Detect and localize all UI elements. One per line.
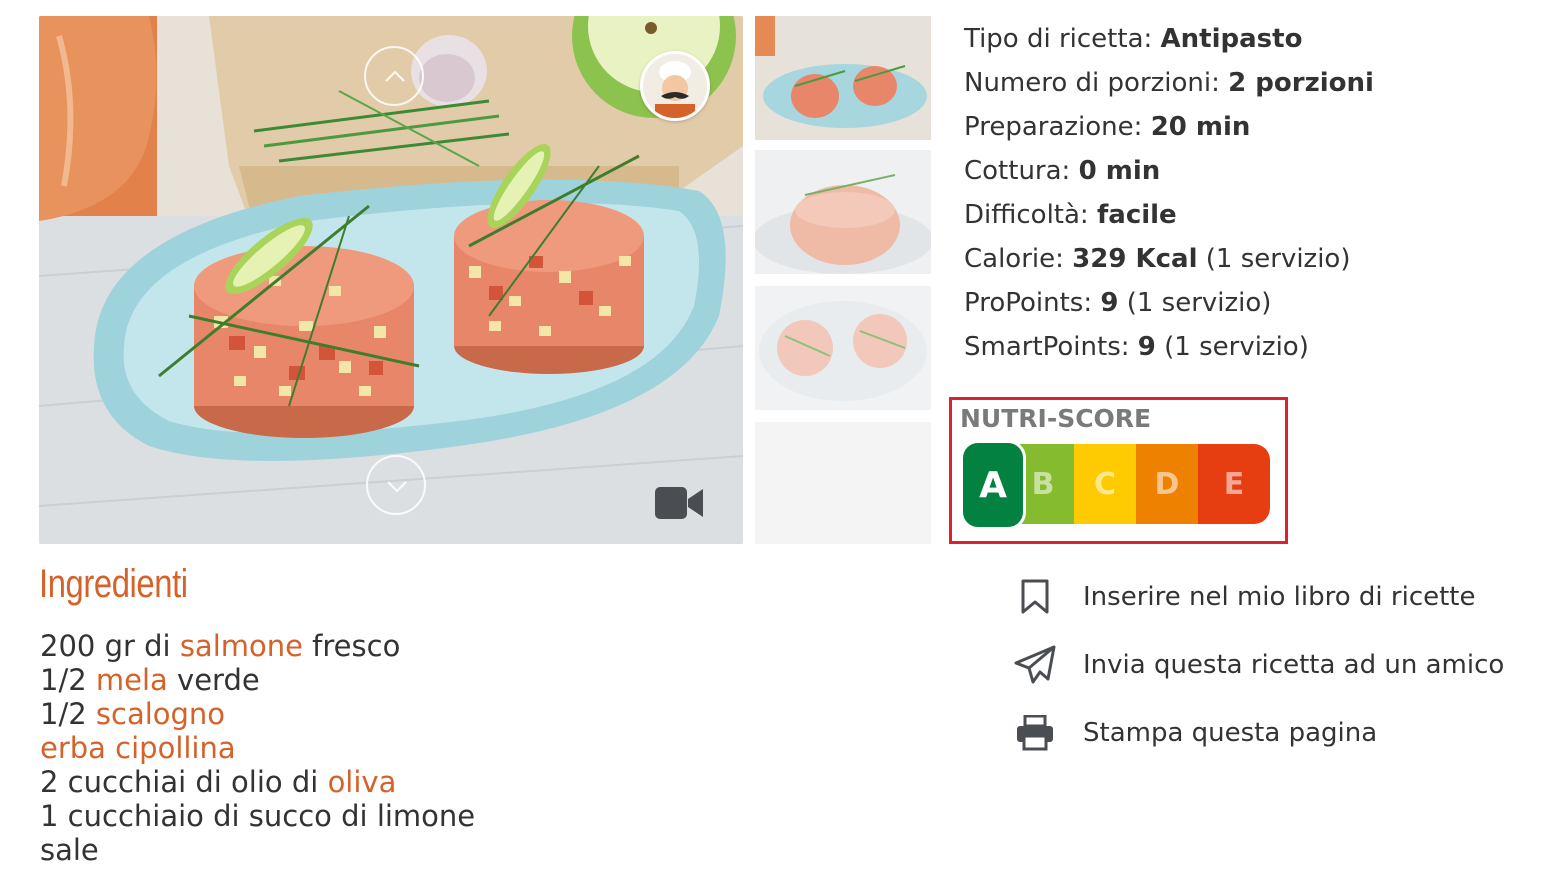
nutri-grade-c: C <box>1074 444 1136 524</box>
save-to-recipe-book-button[interactable]: Inserire nel mio libro di ricette <box>1012 573 1476 621</box>
video-camera-icon[interactable] <box>655 485 705 521</box>
info-portions: Numero di porzioni: 2 porzioni <box>964 68 1374 98</box>
thumbnail-2[interactable] <box>755 150 931 274</box>
printer-icon <box>1017 715 1053 751</box>
nutri-score-highlight: NUTRI-SCORE B C D E A <box>949 397 1288 544</box>
ingredient-item: 1 cucchiaio di succo di limone <box>40 799 476 833</box>
chef-avatar-icon[interactable] <box>640 51 710 121</box>
ingredient-item: 200 gr di salmone fresco <box>40 629 401 663</box>
info-recipe-type: Tipo di ricetta: Antipasto <box>964 24 1303 54</box>
ingredient-item: sale <box>40 833 99 867</box>
chevron-down-icon <box>387 481 407 493</box>
ingredient-link-mela[interactable]: mela <box>96 663 168 697</box>
bookmark-icon <box>1021 579 1049 614</box>
paper-plane-icon <box>1014 645 1056 684</box>
send-to-friend-label: Invia questa ricetta ad un amico <box>1083 650 1505 680</box>
save-to-recipe-book-label: Inserire nel mio libro di ricette <box>1083 582 1476 612</box>
ingredient-item: 2 cucchiai di olio di oliva <box>40 765 397 799</box>
gallery-prev-button[interactable] <box>364 46 424 106</box>
ingredient-item: 1/2 scalogno <box>40 697 226 731</box>
nutri-grade-a-selected: A <box>960 440 1026 530</box>
ingredient-item: 1/2 mela verde <box>40 663 260 697</box>
nutri-grade-d: D <box>1136 444 1198 524</box>
chevron-up-icon <box>385 70 405 82</box>
recipe-info: Tipo di ricetta: Antipasto Numero di por… <box>964 17 1374 369</box>
ingredient-item: erba cipollina <box>40 731 475 765</box>
info-preparation: Preparazione: 20 min <box>964 112 1251 142</box>
nutri-score-title: NUTRI-SCORE <box>960 404 1152 433</box>
thumbnail-1[interactable] <box>755 16 931 140</box>
print-page-button[interactable]: Stampa questa pagina <box>1012 709 1377 757</box>
info-calories: Calorie: 329 Kcal (1 servizio) <box>964 244 1351 274</box>
info-difficulty: Difficoltà: facile <box>964 200 1177 230</box>
ingredients-list: 200 gr di salmone fresco 1/2 mela verde … <box>40 629 475 867</box>
info-cooking: Cottura: 0 min <box>964 156 1161 186</box>
print-page-label: Stampa questa pagina <box>1083 718 1378 748</box>
ingredients-title: Ingredienti <box>39 562 188 606</box>
info-propoints: ProPoints: 9 (1 servizio) <box>964 288 1272 318</box>
send-to-friend-button[interactable]: Invia questa ricetta ad un amico <box>1012 641 1504 689</box>
nutri-grade-e: E <box>1198 444 1270 524</box>
thumbnail-3[interactable] <box>755 286 931 410</box>
ingredient-link-erba-cipollina[interactable]: erba cipollina <box>40 731 236 765</box>
nutri-score-bar: B C D E <box>1012 444 1270 524</box>
ingredient-link-oliva[interactable]: oliva <box>328 765 397 799</box>
gallery-next-button[interactable] <box>366 455 426 515</box>
info-smartpoints: SmartPoints: 9 (1 servizio) <box>964 332 1309 362</box>
thumbnail-placeholder <box>755 422 931 544</box>
ingredient-link-salmone[interactable]: salmone <box>180 629 303 663</box>
ingredient-link-scalogno[interactable]: scalogno <box>96 697 225 731</box>
main-recipe-photo[interactable] <box>39 16 743 544</box>
